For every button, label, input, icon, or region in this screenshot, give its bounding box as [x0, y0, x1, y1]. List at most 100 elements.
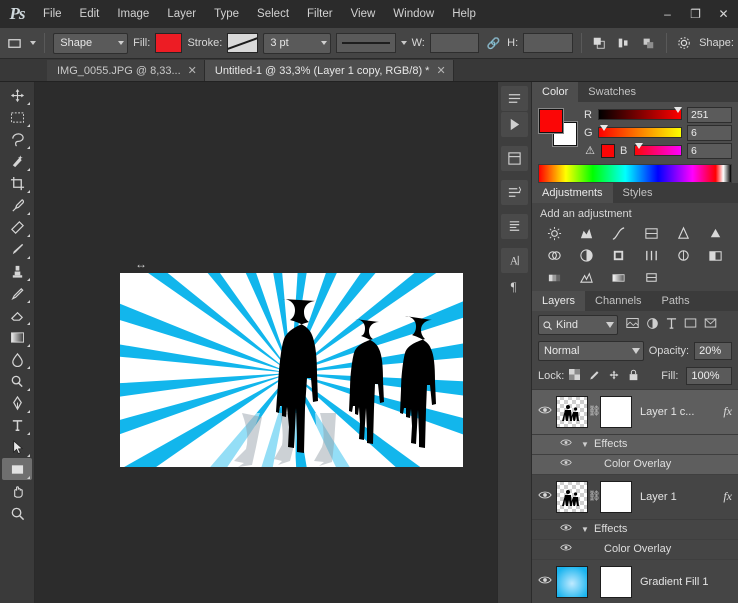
green-slider[interactable]: [598, 125, 682, 138]
stroke-style-preview[interactable]: [335, 33, 396, 53]
out-of-gamut-icon[interactable]: ⚠: [584, 144, 596, 157]
stroke-color-swatch[interactable]: [227, 33, 259, 53]
foreground-color-swatch[interactable]: [539, 109, 563, 133]
curves-icon[interactable]: [603, 223, 635, 243]
layer-visibility-toggle[interactable]: [534, 490, 556, 503]
lock-position-icon[interactable]: [608, 369, 620, 384]
horizontal-type-tool[interactable]: [2, 414, 32, 436]
blend-mode-select[interactable]: Normal: [538, 341, 644, 362]
color-lookup-icon[interactable]: [667, 245, 699, 265]
crop-tool[interactable]: [2, 172, 32, 194]
history-brush-tool[interactable]: [2, 282, 32, 304]
spot-healing-brush-tool[interactable]: [2, 216, 32, 238]
tab-img-0055[interactable]: IMG_0055.JPG @ 8,33... ✕: [47, 60, 205, 81]
layer-thumbnail[interactable]: [556, 565, 588, 598]
width-input[interactable]: [429, 33, 480, 53]
red-slider[interactable]: [598, 107, 683, 120]
filter-shape-icon[interactable]: [684, 317, 697, 333]
blue-slider-thumb[interactable]: [635, 143, 644, 149]
gamut-swatch[interactable]: [601, 143, 615, 158]
clone-stamp-tool[interactable]: [2, 260, 32, 282]
layer-row-layer-1-copy[interactable]: ⛓ Layer 1 c... fx: [532, 389, 738, 435]
tab-styles[interactable]: Styles: [612, 183, 663, 203]
filter-smart-object-icon[interactable]: [704, 317, 717, 333]
menu-view[interactable]: View: [342, 0, 385, 28]
layer-name[interactable]: Layer 1 c...: [632, 406, 723, 418]
layer-mask-thumbnail[interactable]: [600, 480, 632, 513]
menu-select[interactable]: Select: [248, 0, 298, 28]
layer-thumbnail[interactable]: [556, 395, 588, 428]
menu-image[interactable]: Image: [108, 0, 158, 28]
tool-preset-caret-icon[interactable]: [30, 41, 37, 45]
pen-tool[interactable]: [2, 392, 32, 414]
layer-list[interactable]: ⛓ Layer 1 c... fx ▼ Effects Color Overla…: [532, 388, 738, 603]
menu-file[interactable]: File: [34, 0, 71, 28]
tab-channels[interactable]: Channels: [585, 291, 652, 311]
history-panel-icon[interactable]: [501, 86, 528, 111]
link-wh-icon[interactable]: 🔗: [484, 37, 502, 50]
black-white-icon[interactable]: [570, 245, 602, 265]
effect-row-color-overlay[interactable]: Color Overlay: [532, 454, 738, 475]
quick-selection-tool[interactable]: [2, 150, 32, 172]
exposure-icon[interactable]: [635, 223, 667, 243]
color-spectrum-ramp[interactable]: [538, 164, 732, 183]
canvas-area[interactable]: ↔: [35, 82, 497, 603]
brush-tool[interactable]: [2, 238, 32, 260]
stroke-style-caret-icon[interactable]: [400, 41, 407, 45]
tab-color[interactable]: Color: [532, 82, 579, 102]
layer-thumbnail[interactable]: [556, 480, 588, 513]
layer-fx-badge[interactable]: fx: [723, 489, 738, 504]
paragraph-styles-panel-icon[interactable]: [501, 214, 528, 239]
fill-color-swatch[interactable]: [155, 33, 183, 53]
layer-effects-group-row[interactable]: ▼ Effects: [532, 519, 738, 540]
effects-disclosure-icon[interactable]: ▼: [578, 440, 592, 449]
blur-tool[interactable]: [2, 348, 32, 370]
blue-value[interactable]: 6: [687, 142, 732, 159]
layer-effects-group-row[interactable]: ▼ Effects: [532, 434, 738, 455]
red-slider-thumb[interactable]: [674, 107, 683, 113]
invert-icon[interactable]: [700, 245, 732, 265]
menu-filter[interactable]: Filter: [298, 0, 342, 28]
shape-mode-select[interactable]: Shape: [53, 32, 129, 54]
effect-visibility-toggle[interactable]: [554, 543, 578, 555]
menu-type[interactable]: Type: [205, 0, 248, 28]
effect-row-color-overlay-2[interactable]: Color Overlay: [532, 539, 738, 560]
dodge-tool[interactable]: [2, 370, 32, 392]
menu-window[interactable]: Window: [384, 0, 443, 28]
menu-help[interactable]: Help: [443, 0, 485, 28]
zoom-tool[interactable]: [2, 502, 32, 524]
tab-untitled-1[interactable]: Untitled-1 @ 33,3% (Layer 1 copy, RGB/8)…: [204, 60, 454, 81]
rectangle-tool[interactable]: [2, 458, 32, 480]
menu-layer[interactable]: Layer: [158, 0, 205, 28]
maximize-button[interactable]: ❐: [682, 4, 709, 24]
layer-name[interactable]: Gradient Fill 1: [632, 576, 738, 588]
opacity-input[interactable]: 20%: [694, 342, 732, 361]
threshold-icon[interactable]: [570, 267, 602, 287]
rectangular-marquee-tool[interactable]: [2, 106, 32, 128]
red-value[interactable]: 251: [687, 106, 732, 123]
close-icon[interactable]: ✕: [436, 64, 445, 77]
close-icon[interactable]: ✕: [188, 64, 197, 77]
path-alignment-icon[interactable]: [614, 33, 633, 53]
effects-disclosure-icon[interactable]: ▼: [578, 525, 592, 534]
close-button[interactable]: ✕: [710, 4, 737, 24]
hue-saturation-icon[interactable]: [700, 223, 732, 243]
levels-icon[interactable]: [570, 223, 602, 243]
eraser-tool[interactable]: [2, 304, 32, 326]
layer-fx-badge[interactable]: fx: [723, 404, 738, 419]
document-artwork[interactable]: [120, 273, 463, 467]
layer-mask-thumbnail[interactable]: [600, 395, 632, 428]
filter-type-icon[interactable]: [666, 317, 677, 333]
tab-adjustments[interactable]: Adjustments: [532, 183, 613, 203]
tab-paths[interactable]: Paths: [651, 291, 700, 311]
fill-input[interactable]: 100%: [686, 367, 733, 386]
blue-slider[interactable]: [634, 143, 682, 156]
path-arrangement-icon[interactable]: [638, 33, 657, 53]
properties-panel-icon[interactable]: [501, 146, 528, 171]
active-tool-icon[interactable]: [4, 32, 25, 54]
effect-visibility-toggle[interactable]: [554, 458, 578, 470]
character-panel-icon[interactable]: A: [501, 248, 528, 273]
layer-name[interactable]: Layer 1: [632, 491, 723, 503]
layer-link-icon[interactable]: ⛓: [588, 491, 601, 502]
gradient-tool[interactable]: [2, 326, 32, 348]
